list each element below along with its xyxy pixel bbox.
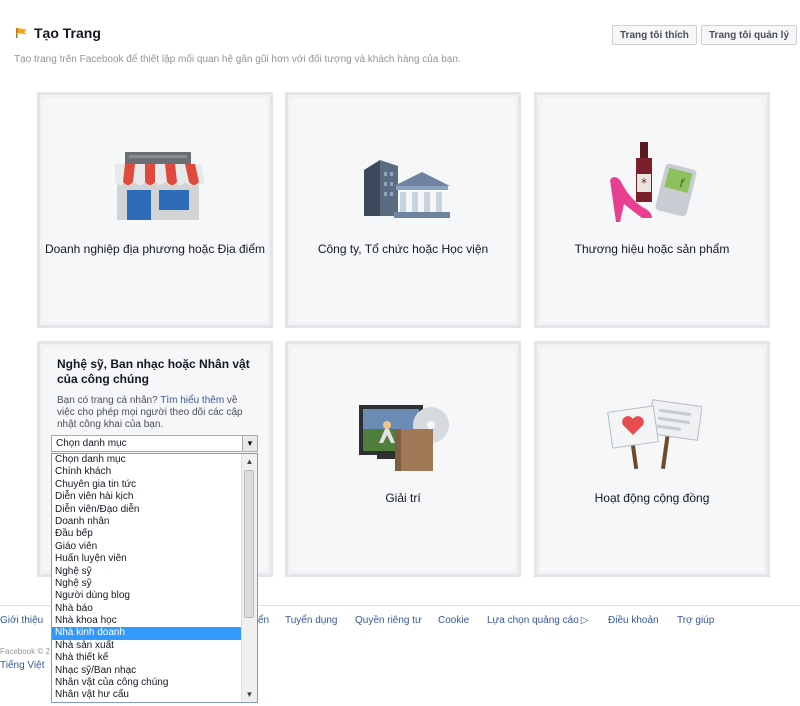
copyright-text: Facebook © 2 (0, 647, 50, 656)
tile-brand-product[interactable]: * f Thương hiệu hoặc sản phẩm (534, 92, 770, 328)
tile-label: Hoạt động cộng đồng (594, 491, 710, 505)
dropdown-option[interactable]: Nhà khoa học (52, 615, 241, 627)
dropdown-option[interactable]: Nhà báo (52, 603, 241, 615)
dropdown-option[interactable]: Chọn danh mục (52, 454, 241, 466)
storefront-icon (115, 152, 205, 220)
language-link[interactable]: Tiếng Việt (0, 660, 44, 671)
footer-link-cookies[interactable]: Cookie (438, 615, 469, 626)
footer-link-help[interactable]: Trợ giúp (677, 615, 714, 626)
dropdown-option[interactable]: Chính khách (52, 466, 241, 478)
dropdown-option[interactable]: Nhà thiết kế (52, 652, 241, 664)
tile-label: Thương hiệu hoặc sản phẩm (574, 242, 730, 256)
tile-label: Giải trí (385, 491, 421, 505)
dropdown-option[interactable]: Nhân vật hư cấu (52, 689, 241, 701)
tile-community[interactable]: Hoạt động cộng đồng (534, 341, 770, 577)
footer-link-terms[interactable]: Điều khoản (608, 615, 659, 626)
ad-choices-icon: ▷ (580, 615, 589, 626)
dropdown-option[interactable]: Diễn viên/Đạo diễn (52, 504, 241, 516)
svg-text:*: * (641, 176, 647, 190)
dropdown-option[interactable]: Giáo viên (52, 541, 241, 553)
footer-link-partial[interactable]: ển (258, 615, 269, 626)
dropdown-option[interactable]: Diễn viên hài kịch (52, 491, 241, 503)
page-title: Tạo Trang (34, 25, 101, 41)
dropdown-options: Chọn danh mục Chính khách Chuyên gia tin t… (52, 454, 257, 702)
managed-pages-button[interactable]: Trang tôi quản lý (701, 25, 798, 45)
tile-label: Doanh nghiệp địa phương hoặc Địa điểm (44, 242, 266, 256)
category-select[interactable]: Chọn danh mục ▼ (51, 435, 258, 452)
dropdown-option[interactable]: Đầu bếp (52, 528, 241, 540)
community-signs-icon (607, 399, 702, 469)
dropdown-option[interactable]: Doanh nhân (52, 516, 241, 528)
liked-pages-button[interactable]: Trang tôi thích (612, 25, 697, 45)
tile-title: Nghệ sỹ, Ban nhạc hoặc Nhân vật của công… (57, 357, 250, 386)
tile-label: Công ty, Tổ chức hoặc Học viện (317, 242, 489, 256)
tile-description: Bạn có trang cá nhân? Tìm hiểu thêm về v… (57, 395, 243, 430)
tile-entertainment[interactable]: Giải trí (285, 341, 521, 577)
flag-icon (16, 28, 27, 38)
dropdown-option[interactable]: Nhà kinh doanh (52, 627, 241, 640)
brand-products-icon: * f (610, 142, 697, 222)
scroll-up-icon[interactable]: ▲ (242, 454, 257, 469)
company-building-icon (364, 160, 450, 218)
dropdown-option[interactable]: Huấn luyện viên (52, 553, 241, 565)
scroll-down-icon[interactable]: ▼ (242, 687, 257, 702)
learn-more-link[interactable]: Tìm hiểu thêm (160, 395, 224, 406)
footer-link-careers[interactable]: Tuyển dụng (285, 615, 337, 626)
category-dropdown-list[interactable]: Chọn danh mục Chính khách Chuyên gia tin t… (51, 453, 258, 703)
footer-link-privacy[interactable]: Quyền riêng tư (355, 615, 422, 626)
footer-link-about[interactable]: Giới thiệu (0, 615, 43, 626)
entertainment-icon (359, 405, 449, 471)
chevron-down-icon[interactable]: ▼ (242, 436, 257, 451)
dropdown-option[interactable]: Nghệ sỹ (52, 566, 241, 578)
scroll-thumb[interactable] (244, 470, 254, 618)
tile-local-business[interactable]: Doanh nghiệp địa phương hoặc Địa điểm (37, 92, 273, 328)
tile-company[interactable]: Công ty, Tổ chức hoặc Học viện (285, 92, 521, 328)
dropdown-option[interactable]: Nhà sản xuất (52, 640, 241, 652)
dropdown-option[interactable]: Nhân vật của công chúng (52, 677, 241, 689)
page-subtitle: Tạo trang trên Facebook để thiết lập mối… (14, 54, 461, 65)
dropdown-option[interactable]: Nghệ sỹ (52, 578, 241, 590)
dropdown-option[interactable]: Chuyên gia tin tức (52, 479, 241, 491)
dropdown-scrollbar[interactable]: ▲ ▼ (241, 454, 257, 702)
dropdown-option[interactable]: Nhạc sỹ/Ban nhạc (52, 665, 241, 677)
footer-link-ad-choices[interactable]: Lựa chọn quảng cáo ▷ (487, 615, 588, 626)
dropdown-option[interactable]: Người dùng blog (52, 590, 241, 602)
